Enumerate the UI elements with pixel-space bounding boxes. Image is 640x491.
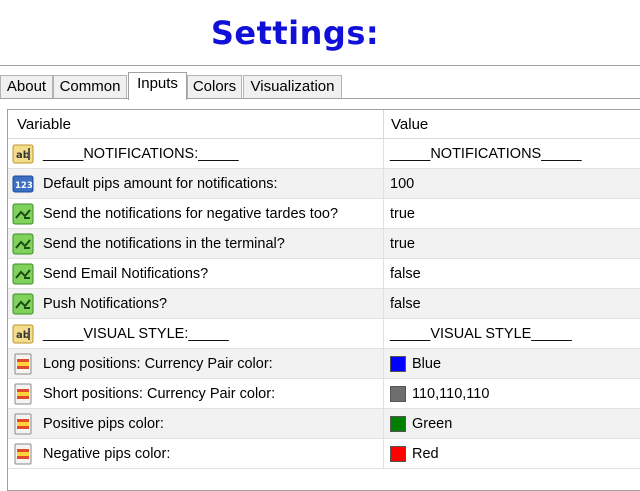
inputs-table: Variable Value ab _____NOTIFICATIONS:____… bbox=[7, 109, 640, 491]
string-icon: ab bbox=[12, 323, 34, 345]
tab-inputs[interactable]: Inputs bbox=[128, 72, 187, 100]
table-row[interactable]: ab _____VISUAL STYLE:_____ _____VISUAL STY… bbox=[8, 319, 640, 349]
color-swatch[interactable] bbox=[390, 386, 406, 402]
variable-name: Negative pips color: bbox=[43, 446, 171, 462]
variable-name: Positive pips color: bbox=[43, 416, 164, 432]
table-row[interactable]: Negative pips color: Red bbox=[8, 439, 640, 469]
column-divider bbox=[383, 259, 384, 289]
value-cell[interactable]: Red bbox=[412, 446, 439, 462]
column-divider bbox=[383, 409, 384, 439]
table-row[interactable]: ab _____NOTIFICATIONS:_____ _____NOTIFICAT… bbox=[8, 139, 640, 169]
table-row[interactable]: Push Notifications? false bbox=[8, 289, 640, 319]
boolean-icon bbox=[12, 233, 34, 255]
value-cell[interactable]: 110,110,110 bbox=[412, 386, 489, 402]
tab-divider bbox=[0, 98, 640, 99]
table-row[interactable]: Send the notifications in the terminal? t… bbox=[8, 229, 640, 259]
color-swatch[interactable] bbox=[390, 446, 406, 462]
variable-name: _____NOTIFICATIONS:_____ bbox=[43, 146, 239, 162]
value-cell[interactable]: false bbox=[390, 266, 421, 282]
variable-name: Send the notifications in the terminal? bbox=[43, 236, 285, 252]
value-cell[interactable]: 100 bbox=[390, 176, 414, 192]
color-swatch[interactable] bbox=[390, 356, 406, 372]
value-cell[interactable]: _____VISUAL STYLE_____ bbox=[390, 326, 572, 342]
value-cell[interactable]: Blue bbox=[412, 356, 441, 372]
color-swatch[interactable] bbox=[390, 416, 406, 432]
value-cell[interactable]: true bbox=[390, 236, 415, 252]
tab-about[interactable]: About bbox=[0, 75, 53, 98]
value-cell[interactable]: Green bbox=[412, 416, 452, 432]
variable-name: Send the notifications for negative tard… bbox=[43, 206, 339, 222]
tab-colors[interactable]: Colors bbox=[187, 75, 242, 98]
tab-visualization[interactable]: Visualization bbox=[243, 75, 342, 98]
variable-name: Push Notifications? bbox=[43, 296, 168, 312]
variable-name: Short positions: Currency Pair color: bbox=[43, 386, 276, 402]
column-divider bbox=[383, 439, 384, 469]
table-row[interactable]: Long positions: Currency Pair color: Blue bbox=[8, 349, 640, 379]
page-title: Settings: bbox=[210, 14, 380, 52]
column-divider bbox=[383, 349, 384, 379]
color-icon bbox=[12, 443, 34, 465]
column-divider[interactable] bbox=[383, 110, 384, 138]
column-divider bbox=[383, 289, 384, 319]
boolean-icon bbox=[12, 263, 34, 285]
string-icon: ab bbox=[12, 143, 34, 165]
svg-text:ab: ab bbox=[16, 150, 30, 161]
column-divider bbox=[383, 229, 384, 259]
boolean-icon bbox=[12, 293, 34, 315]
column-divider bbox=[383, 199, 384, 229]
variable-name: Long positions: Currency Pair color: bbox=[43, 356, 273, 372]
color-icon bbox=[12, 413, 34, 435]
table-row[interactable]: 123 Default pips amount for notifications… bbox=[8, 169, 640, 199]
value-cell[interactable]: _____NOTIFICATIONS_____ bbox=[390, 146, 582, 162]
table-header: Variable Value bbox=[8, 110, 640, 139]
svg-text:ab: ab bbox=[16, 330, 30, 341]
tab-bar: About Common Inputs Colors Visualization bbox=[0, 65, 640, 101]
variable-name: _____VISUAL STYLE:_____ bbox=[43, 326, 229, 342]
tab-common[interactable]: Common bbox=[53, 75, 127, 98]
svg-text:123: 123 bbox=[15, 181, 33, 191]
column-divider bbox=[383, 379, 384, 409]
integer-icon: 123 bbox=[12, 173, 34, 195]
boolean-icon bbox=[12, 203, 34, 225]
value-cell[interactable]: true bbox=[390, 206, 415, 222]
value-cell[interactable]: false bbox=[390, 296, 421, 312]
color-icon bbox=[12, 383, 34, 405]
variable-name: Send Email Notifications? bbox=[43, 266, 209, 282]
table-row[interactable]: Positive pips color: Green bbox=[8, 409, 640, 439]
table-row[interactable]: Send Email Notifications? false bbox=[8, 259, 640, 289]
column-header-value[interactable]: Value bbox=[391, 116, 428, 133]
column-divider bbox=[383, 139, 384, 169]
color-icon bbox=[12, 353, 34, 375]
column-divider bbox=[383, 319, 384, 349]
column-divider bbox=[383, 169, 384, 199]
column-header-variable[interactable]: Variable bbox=[17, 116, 71, 133]
table-row[interactable]: Send the notifications for negative tard… bbox=[8, 199, 640, 229]
table-row[interactable]: Short positions: Currency Pair color: 110… bbox=[8, 379, 640, 409]
variable-name: Default pips amount for notifications: bbox=[43, 176, 278, 192]
